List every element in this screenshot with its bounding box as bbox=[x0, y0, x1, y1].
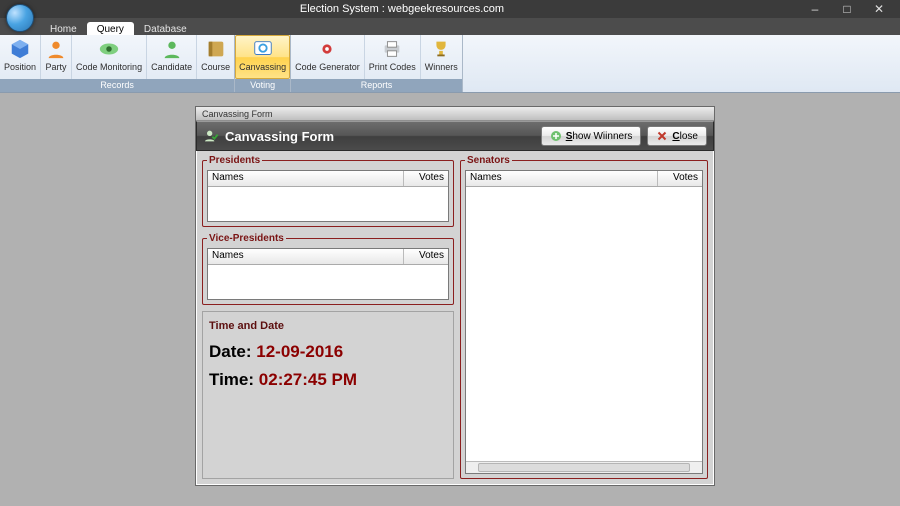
printer-icon bbox=[381, 38, 403, 60]
ribbon-item-print-codes[interactable]: Print Codes bbox=[365, 35, 421, 79]
grid-body[interactable] bbox=[208, 265, 448, 299]
ribbon-item-canvassing[interactable]: Canvassing bbox=[235, 35, 290, 79]
vice-presidents-grid[interactable]: Names Votes bbox=[207, 248, 449, 300]
ribbon-item-winners[interactable]: Winners bbox=[421, 35, 462, 79]
close-window-button[interactable]: ✕ bbox=[868, 2, 890, 16]
tab-home[interactable]: Home bbox=[40, 22, 87, 35]
col-names[interactable]: Names bbox=[208, 171, 404, 186]
main-tabstrip: Home Query Database bbox=[0, 18, 900, 35]
tab-query[interactable]: Query bbox=[87, 22, 134, 35]
grid-header: Names Votes bbox=[208, 171, 448, 187]
minimize-button[interactable]: ‒ bbox=[804, 2, 826, 16]
senators-group: Senators Names Votes bbox=[460, 155, 708, 479]
form-header: Canvassing Form Show Wiinners Close bbox=[196, 121, 714, 151]
time-date-group: Time and Date Date: 12-09-2016 Time: 02:… bbox=[202, 311, 454, 479]
candidate-icon bbox=[161, 38, 183, 60]
close-button[interactable]: Close bbox=[647, 126, 707, 146]
form-title: Canvassing Form bbox=[225, 129, 535, 144]
plus-circle-icon bbox=[550, 130, 562, 142]
form-body: Presidents Names Votes Vice-Presidents N… bbox=[198, 151, 712, 483]
ribbon-group-reports: Code Generator Print Codes Winners Repor… bbox=[291, 35, 463, 92]
ribbon: Position Party Code Monitoring Candidate… bbox=[0, 35, 900, 93]
ribbon-item-candidate[interactable]: Candidate bbox=[147, 35, 197, 79]
show-winners-button[interactable]: Show Wiinners bbox=[541, 126, 642, 146]
ribbon-item-label: Party bbox=[46, 62, 67, 72]
window-controls: ‒ □ ✕ bbox=[804, 2, 900, 16]
grid-header: Names Votes bbox=[208, 249, 448, 265]
ribbon-item-label: Canvassing bbox=[239, 62, 286, 72]
ribbon-group-label: Reports bbox=[291, 79, 462, 92]
ribbon-item-label: Winners bbox=[425, 62, 458, 72]
date-row: Date: 12-09-2016 bbox=[209, 342, 447, 362]
app-orb-icon[interactable] bbox=[6, 4, 34, 32]
person-check-icon bbox=[203, 128, 219, 144]
ribbon-item-label: Candidate bbox=[151, 62, 192, 72]
col-votes[interactable]: Votes bbox=[404, 171, 448, 186]
canvassing-form-window: Canvassing Form Canvassing Form Show Wii… bbox=[195, 106, 715, 486]
vice-presidents-group: Vice-Presidents Names Votes bbox=[202, 233, 454, 305]
gear-icon bbox=[316, 38, 338, 60]
ribbon-group-voting: Canvassing Voting bbox=[235, 35, 291, 92]
ribbon-item-label: Course bbox=[201, 62, 230, 72]
date-label: Date: bbox=[209, 342, 252, 361]
window-title: Election System : webgeekresources.com bbox=[0, 3, 804, 15]
presidents-group: Presidents Names Votes bbox=[202, 155, 454, 227]
button-label: Close bbox=[672, 131, 698, 142]
trophy-icon bbox=[430, 38, 452, 60]
ribbon-item-code-monitoring[interactable]: Code Monitoring bbox=[72, 35, 147, 79]
left-column: Presidents Names Votes Vice-Presidents N… bbox=[202, 155, 454, 479]
col-names[interactable]: Names bbox=[208, 249, 404, 264]
date-value: 12-09-2016 bbox=[256, 342, 343, 361]
cube-icon bbox=[9, 38, 31, 60]
person-icon bbox=[45, 38, 67, 60]
button-label: Show Wiinners bbox=[566, 131, 633, 142]
right-column: Senators Names Votes bbox=[460, 155, 708, 479]
ribbon-item-label: Position bbox=[4, 62, 36, 72]
time-value: 02:27:45 PM bbox=[259, 370, 357, 389]
grid-body[interactable] bbox=[208, 187, 448, 221]
eye-icon bbox=[98, 38, 120, 60]
ballot-icon bbox=[252, 38, 274, 60]
ribbon-item-label: Print Codes bbox=[369, 62, 416, 72]
group-legend: Vice-Presidents bbox=[207, 233, 286, 244]
presidents-grid[interactable]: Names Votes bbox=[207, 170, 449, 222]
col-votes[interactable]: Votes bbox=[404, 249, 448, 264]
grid-header: Names Votes bbox=[466, 171, 702, 187]
grid-body[interactable] bbox=[466, 187, 702, 461]
ribbon-item-party[interactable]: Party bbox=[41, 35, 72, 79]
horizontal-scrollbar[interactable] bbox=[466, 461, 702, 473]
tab-database[interactable]: Database bbox=[134, 22, 197, 35]
ribbon-group-label: Records bbox=[0, 79, 234, 92]
group-legend: Presidents bbox=[207, 155, 262, 166]
ribbon-group-label: Voting bbox=[235, 79, 290, 92]
ribbon-item-code-generator[interactable]: Code Generator bbox=[291, 35, 365, 79]
close-icon bbox=[656, 130, 668, 142]
time-label: Time: bbox=[209, 370, 254, 389]
titlebar: Election System : webgeekresources.com ‒… bbox=[0, 0, 900, 18]
book-icon bbox=[205, 38, 227, 60]
ribbon-item-position[interactable]: Position bbox=[0, 35, 41, 79]
time-date-heading: Time and Date bbox=[209, 320, 447, 332]
col-names[interactable]: Names bbox=[466, 171, 658, 186]
ribbon-group-records: Position Party Code Monitoring Candidate… bbox=[0, 35, 235, 92]
senators-grid[interactable]: Names Votes bbox=[465, 170, 703, 474]
subwindow-titlebar[interactable]: Canvassing Form bbox=[196, 107, 714, 121]
col-votes[interactable]: Votes bbox=[658, 171, 702, 186]
ribbon-item-course[interactable]: Course bbox=[197, 35, 234, 79]
maximize-button[interactable]: □ bbox=[836, 2, 858, 16]
time-row: Time: 02:27:45 PM bbox=[209, 370, 447, 390]
group-legend: Senators bbox=[465, 155, 512, 166]
ribbon-item-label: Code Generator bbox=[295, 62, 360, 72]
ribbon-item-label: Code Monitoring bbox=[76, 62, 142, 72]
